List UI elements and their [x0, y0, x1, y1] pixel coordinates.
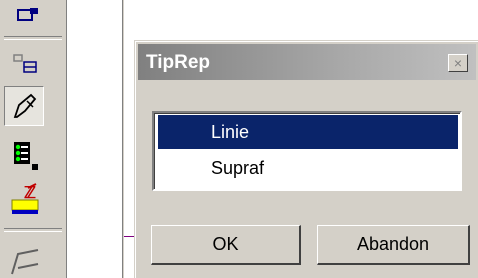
close-icon[interactable]: × — [448, 54, 468, 72]
toolbar-divider — [4, 36, 62, 40]
brush-tool-icon[interactable] — [4, 86, 44, 126]
align-tool-icon[interactable] — [4, 44, 44, 84]
type-listbox[interactable]: Linie Supraf — [152, 111, 462, 191]
grid-tool-icon[interactable] — [4, 0, 44, 36]
shape-tool-icon[interactable] — [4, 238, 44, 278]
canvas-area — [67, 0, 123, 278]
tiprep-dialog: TipRep × Linie Supraf OK Abandon — [134, 40, 478, 278]
tool-palette: ℤ — [0, 0, 67, 278]
dialog-titlebar[interactable]: TipRep × — [138, 44, 476, 80]
edit-layer-icon[interactable]: ℤ — [4, 180, 44, 220]
toolbar-divider — [4, 228, 62, 232]
dialog-title: TipRep — [146, 52, 211, 73]
list-tool-icon[interactable] — [4, 136, 44, 176]
abandon-button[interactable]: Abandon — [317, 225, 470, 265]
drawing-line — [124, 236, 134, 237]
ok-button[interactable]: OK — [151, 225, 301, 265]
list-item-supraf[interactable]: Supraf — [158, 151, 458, 185]
list-item-linie[interactable]: Linie — [158, 115, 458, 149]
